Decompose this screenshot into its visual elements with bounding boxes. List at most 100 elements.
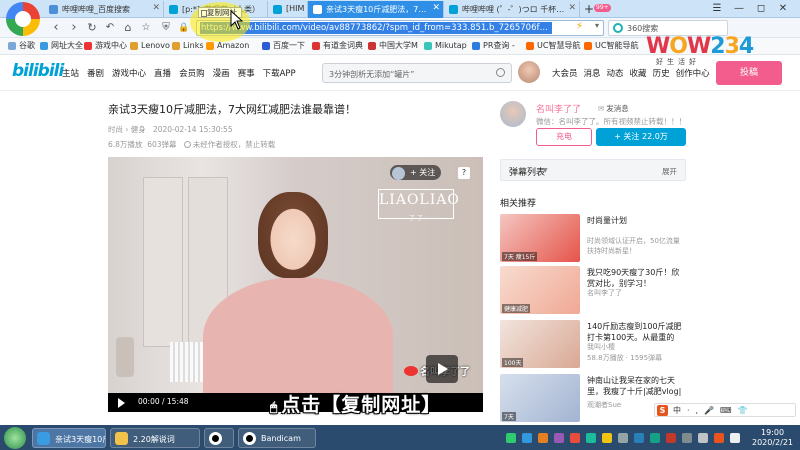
bookmark-hao123[interactable]: 网址大全 — [40, 40, 83, 52]
video-category[interactable]: 时尚 › 健身 — [108, 125, 146, 134]
nav-messages[interactable]: 消息 — [584, 67, 601, 79]
help-icon[interactable]: ? — [458, 167, 470, 179]
menu-icon[interactable]: ☰ — [706, 1, 728, 17]
chevron-down-icon[interactable]: ▼ — [543, 167, 548, 174]
sogou-icon[interactable]: S — [657, 405, 668, 416]
app-icon[interactable] — [554, 433, 564, 443]
bookmark-icon[interactable]: ☆ — [138, 20, 154, 36]
task-browser[interactable]: 亲试3天瘦10斤减 — [32, 428, 106, 448]
close-window-button[interactable]: ✕ — [772, 1, 794, 17]
nav-games[interactable]: 游戏中心 — [112, 67, 146, 79]
volume-icon[interactable] — [730, 433, 740, 443]
expand-link[interactable]: 展开 — [662, 166, 677, 177]
nav-dynamic[interactable]: 动态 — [607, 67, 624, 79]
close-icon[interactable]: ✕ — [568, 3, 576, 13]
rec-title[interactable]: 140斤励志瘦到100斤减肥打卡第100天。从最重的 — [587, 321, 685, 343]
address-bar[interactable]: https://www.bilibili.com/video/av8877386… — [196, 20, 604, 36]
nav-download-app[interactable]: 下载APP — [263, 67, 296, 79]
bookmark-lenovo[interactable]: Lenovo — [130, 40, 170, 52]
bookmark-uc2[interactable]: UC智能导航 — [584, 40, 638, 52]
charge-button[interactable]: 充电 — [536, 128, 592, 146]
rec-up[interactable]: 名叫李了了 — [587, 288, 622, 298]
tab-video-active[interactable]: 亲试3天瘦10斤减肥法，7大网 ✕ — [308, 1, 444, 18]
send-message-link[interactable]: 发消息 — [598, 103, 629, 114]
nav-creator[interactable]: 创作中心 — [676, 67, 710, 79]
tab-him[interactable]: [HIM — [268, 1, 308, 18]
refresh-icon[interactable]: ↻ — [84, 20, 100, 36]
sogou-icon[interactable] — [714, 433, 724, 443]
task-recorder[interactable] — [204, 428, 234, 448]
chevron-down-icon[interactable]: ▾ — [595, 21, 599, 30]
rec-title[interactable]: 时尚量计划 — [587, 215, 685, 226]
upload-button[interactable]: 投稿 — [716, 61, 782, 85]
bookmark-games[interactable]: 游戏中心 — [84, 40, 127, 52]
video-player[interactable]: LIAOLIAO 了 了 + 关注 ? 名叫李了了 00:00 / 15:48 — [108, 157, 483, 412]
minimize-button[interactable]: — — [728, 1, 750, 17]
app-icon[interactable] — [650, 433, 660, 443]
uploader-name[interactable]: 名叫李了了 — [536, 102, 581, 115]
search-icon[interactable] — [496, 68, 505, 77]
rec-title[interactable]: 我只吃90天瘦了30斤！欣赏对比，别学习！ — [587, 267, 685, 289]
ime-toolbar[interactable]: S 中·,🎤⌨👕 — [654, 403, 796, 417]
player-follow-button[interactable]: + 关注 — [390, 165, 442, 180]
nav-bangumi[interactable]: 番剧 — [87, 67, 104, 79]
nav-history[interactable]: 历史 — [653, 67, 670, 79]
avatar[interactable] — [518, 61, 540, 83]
nav-manga[interactable]: 漫画 — [213, 67, 230, 79]
rec-title[interactable]: 钟南山让我呆在家的七天里，我瘦了十斤|减肥vlog| — [587, 375, 685, 397]
bookmark-baidu[interactable]: 百度一下 — [262, 40, 305, 52]
forward-icon[interactable]: › — [66, 20, 82, 36]
app-icon[interactable] — [698, 433, 708, 443]
app-icon[interactable] — [602, 433, 612, 443]
nav-vip[interactable]: 大会员 — [552, 67, 578, 79]
task-bandicam[interactable]: Bandicam — [238, 428, 316, 448]
close-icon[interactable]: ✕ — [432, 3, 440, 13]
bookmark-amazon[interactable]: Amazon — [206, 40, 249, 52]
bookmark-mikutap[interactable]: Mikutap — [424, 40, 467, 52]
nav-live[interactable]: 直播 — [154, 67, 171, 79]
bilibili-logo[interactable]: bilibili — [12, 61, 64, 81]
app-icon[interactable] — [570, 433, 580, 443]
shield-icon[interactable]: ⛨ — [158, 20, 174, 36]
tab-bilibili-home[interactable]: 哔哩哔哩 (゜-゜)つロ 千杯~-bi ✕ — [444, 1, 580, 18]
nav-shop[interactable]: 会员购 — [179, 67, 205, 79]
bookmark-pr[interactable]: PR查询 - — [472, 40, 515, 52]
video-thumbnail[interactable]: 7天 — [500, 374, 580, 422]
video-thumbnail[interactable]: 健康减肥 — [500, 266, 580, 314]
bilibili-search-input[interactable]: 3分钟剖析无添加“罐片” — [322, 63, 512, 83]
follow-button[interactable]: + 关注 22.0万 — [596, 128, 686, 146]
clock[interactable]: 19:00 2020/2/21 — [752, 428, 793, 448]
list-item[interactable]: 100天 140斤励志瘦到100斤减肥打卡第100天。从最重的 我叫小樱 58.… — [500, 320, 686, 370]
video-thumbnail[interactable]: 100天 — [500, 320, 580, 368]
nav-favorites[interactable]: 收藏 — [630, 67, 647, 79]
back-icon[interactable]: ‹ — [48, 20, 64, 36]
tab-baidu[interactable]: 哔哩哔哩_百度搜索 ✕ — [44, 1, 164, 18]
nav-esports[interactable]: 赛事 — [238, 67, 255, 79]
danmaku-list-header[interactable]: 弹幕列表 ▼ 展开 — [500, 159, 686, 181]
list-item[interactable]: 7天 瘦15斤 时尚量计划 时尚领域认证开启，50亿流量扶持时尚新星！ — [500, 214, 686, 264]
task-folder[interactable]: 2.20解说词 — [110, 428, 200, 448]
play-overlay-icon[interactable] — [426, 355, 458, 383]
bookmark-uc[interactable]: UC智慧导航 — [526, 40, 580, 52]
app-icon[interactable] — [682, 433, 692, 443]
uploader-avatar[interactable] — [500, 101, 526, 127]
undo-icon[interactable]: ↶ — [102, 20, 118, 36]
app-icon[interactable] — [586, 433, 596, 443]
app-icon[interactable] — [666, 433, 676, 443]
rec-up[interactable]: 我叫小樱 — [587, 342, 615, 352]
wechat-icon[interactable] — [506, 433, 516, 443]
app-icon[interactable] — [618, 433, 628, 443]
rec-up[interactable]: 观潮者Sue — [587, 400, 621, 410]
list-item[interactable]: 健康减肥 我只吃90天瘦了30斤！欣赏对比，别学习！ 名叫李了了 — [500, 266, 686, 316]
favorite-star-icon[interactable]: ⚡ — [576, 21, 583, 32]
app-icon[interactable] — [634, 433, 644, 443]
ime-items[interactable]: 中·,🎤⌨👕 — [673, 405, 754, 416]
home-icon[interactable]: ⌂ — [120, 20, 136, 36]
app-icon[interactable] — [538, 433, 548, 443]
bookmark-youdao[interactable]: 有道金词典 — [312, 40, 363, 52]
bookmark-links[interactable]: Links — [172, 40, 204, 52]
bookmark-mooc[interactable]: 中国大学M — [368, 40, 418, 52]
qq-icon[interactable] — [522, 433, 532, 443]
url-text[interactable]: https://www.bilibili.com/video/av8877386… — [201, 22, 551, 34]
close-icon[interactable]: ✕ — [152, 3, 160, 13]
